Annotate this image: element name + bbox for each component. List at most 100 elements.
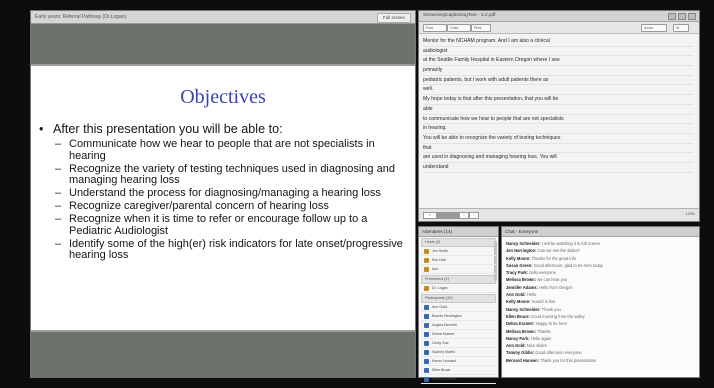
attendee-row[interactable]: Dr. Logan bbox=[421, 284, 496, 293]
attendee-row[interactable]: Sydney Martin bbox=[421, 348, 496, 357]
caption-line: My hope today is that after this present… bbox=[423, 95, 693, 105]
slide-bullet: – Recognize the variety of testing techni… bbox=[55, 162, 395, 186]
attendee-row[interactable]: Kim Hall bbox=[421, 256, 496, 265]
slide-intro: • After this presentation you will be abl… bbox=[39, 122, 409, 136]
chat-sender: Susan Green: bbox=[506, 262, 533, 268]
scroll-percent: 100% bbox=[685, 212, 695, 216]
chat-message: Ann Gold: Hello bbox=[506, 291, 695, 298]
chat-message: Jen Harrington: Can we see the slides? bbox=[506, 247, 695, 254]
full-screen-button[interactable]: Full screen bbox=[376, 13, 411, 23]
attendee-group-participants[interactable]: Participants (10) bbox=[421, 294, 496, 303]
user-icon bbox=[424, 376, 429, 382]
chat-message: Jennifer Adams: Hello from Oregon bbox=[506, 284, 695, 291]
attendee-row[interactable]: Ann Gold bbox=[421, 303, 496, 312]
user-icon bbox=[424, 322, 429, 328]
attendee-row[interactable]: Cindy Sue bbox=[421, 339, 496, 348]
chat-message: Kelly Moore: Thanks for the great info bbox=[506, 255, 695, 262]
chat-sender: Ellen Bruce: bbox=[506, 313, 530, 319]
caption-line: in hearing. bbox=[423, 124, 693, 134]
caption-line: understand bbox=[423, 163, 693, 173]
slide-bullet: – Recognize caregiver/parental concern of… bbox=[55, 200, 329, 212]
chat-sender: Melissa Brown: bbox=[506, 277, 537, 283]
slide-bullet-list: – Communicate how we hear to people that … bbox=[55, 138, 409, 263]
chat-sender: Melissa Brown: bbox=[506, 328, 537, 334]
next-page-button[interactable]: › bbox=[469, 212, 479, 219]
presentation-window: Early years: Referral Pathway (Dr.Logan)… bbox=[30, 10, 416, 378]
chat-sender: Jen Harrington: bbox=[506, 248, 537, 254]
first-page-button[interactable]: « bbox=[423, 212, 437, 219]
chat-sender: Ann Gold: bbox=[506, 292, 526, 298]
chat-sender: Tammy Gibbs: bbox=[506, 350, 535, 356]
user-icon bbox=[424, 358, 429, 364]
chat-message: Ellen Bruce: Good morning from the valle… bbox=[506, 313, 695, 320]
user-icon bbox=[424, 340, 429, 346]
attendee-row[interactable]: Angela Bennett bbox=[421, 321, 496, 330]
chat-message-list: Nancy Schneider: I will be watching it i… bbox=[502, 237, 699, 364]
chat-text: Thanks for the great info bbox=[531, 255, 577, 261]
attendee-row[interactable]: Karen Leonard bbox=[421, 357, 496, 366]
attendee-row[interactable]: Jennifer Adams bbox=[421, 375, 496, 384]
chat-text: Nice slides bbox=[526, 343, 547, 349]
attendee-row[interactable]: Ellen Bruce bbox=[421, 366, 496, 375]
chat-message: Tammy Gibbs: Good afternoon everyone bbox=[506, 349, 695, 356]
chat-message: Nancy Schneider: I will be watching it i… bbox=[506, 240, 695, 247]
font-button[interactable]: Font bbox=[423, 24, 447, 32]
print-button[interactable]: Print bbox=[471, 24, 491, 32]
attendees-panel: Attendees (14) Hosts (3) Jen Smith Kim H… bbox=[418, 226, 499, 384]
close-icon[interactable] bbox=[688, 13, 696, 20]
slide: Objectives • After this presentation you … bbox=[31, 64, 415, 332]
chat-sender: Nancy Schneider: bbox=[506, 241, 541, 246]
slide-intro-text: After this presentation you will be able… bbox=[53, 122, 283, 136]
zoom-button[interactable]: Zoom bbox=[641, 24, 667, 32]
chat-message: Susan Green: Good afternoon, glad to be … bbox=[506, 262, 695, 269]
attendee-row[interactable]: Ann bbox=[421, 265, 496, 274]
chat-text: Good afternoon, glad to be here today bbox=[533, 262, 603, 268]
slide-bottom-band bbox=[31, 332, 415, 378]
slide-top-band bbox=[31, 24, 415, 64]
chat-text: Hello again bbox=[530, 335, 552, 341]
caption-line: primarily bbox=[423, 66, 693, 76]
chat-text: Sound is fine bbox=[531, 299, 556, 305]
user-icon bbox=[424, 349, 429, 355]
attendee-row[interactable]: Debra Kramer bbox=[421, 330, 496, 339]
attendee-group-presenters[interactable]: Presenters (1) bbox=[421, 275, 496, 284]
attendee-group-hosts[interactable]: Hosts (3) bbox=[421, 238, 496, 247]
user-icon bbox=[424, 331, 429, 337]
settings-icon[interactable]: ⚙ bbox=[673, 24, 689, 32]
maximize-icon[interactable] bbox=[678, 13, 686, 20]
chat-sender: Tracy Park: bbox=[506, 270, 529, 276]
presentation-title-bar: Early years: Referral Pathway (Dr.Logan)… bbox=[31, 11, 415, 24]
chat-message: Nancy Park: Hello again bbox=[506, 335, 695, 342]
color-button[interactable]: Color bbox=[447, 24, 471, 32]
chat-text: we can hear you bbox=[537, 277, 568, 283]
user-icon bbox=[424, 266, 429, 272]
chat-text: Hello bbox=[526, 292, 537, 298]
minimize-icon[interactable] bbox=[668, 13, 676, 20]
caption-line: audiologist bbox=[423, 47, 693, 57]
caption-line: are used in diagnosing and managing hear… bbox=[423, 153, 693, 163]
chat-sender: Nancy Schneider: bbox=[506, 306, 541, 312]
dash-icon: – bbox=[55, 187, 62, 199]
attendee-row[interactable]: Jen Smith bbox=[421, 247, 496, 256]
attendees-title: Attendees (14) bbox=[419, 227, 498, 237]
chat-message: Bernard Hansen: Thank you for this prese… bbox=[506, 357, 695, 364]
bullet-icon: • bbox=[39, 122, 44, 136]
chat-text: Happy to be here bbox=[535, 321, 568, 327]
user-icon bbox=[424, 313, 429, 319]
caption-line: You will be able to recognize the variet… bbox=[423, 134, 693, 144]
chat-text: Good afternoon everyone bbox=[535, 350, 582, 356]
presentation-window-title: Early years: Referral Pathway (Dr.Logan) bbox=[35, 14, 127, 20]
captions-window: StreamingCaptioningText - 1.2.pdf Font C… bbox=[418, 10, 700, 222]
page-scroll-thumb[interactable] bbox=[437, 212, 459, 219]
user-icon bbox=[424, 257, 429, 263]
prev-page-button[interactable]: ‹ bbox=[459, 212, 469, 219]
attendee-row[interactable]: Bonnie Remington bbox=[421, 312, 496, 321]
slide-bullet: – Identify some of the high(er) risk indi… bbox=[55, 237, 403, 261]
chat-text: Thank you bbox=[541, 306, 561, 312]
chat-title: Chat - Everyone bbox=[502, 227, 699, 237]
chat-sender: Kelly Moore: bbox=[506, 255, 531, 261]
dash-icon: – bbox=[55, 138, 62, 150]
slide-title: Objectives bbox=[180, 86, 266, 108]
chat-text: I will be watching it in full screen bbox=[541, 241, 600, 246]
caption-line: well. bbox=[423, 85, 693, 96]
